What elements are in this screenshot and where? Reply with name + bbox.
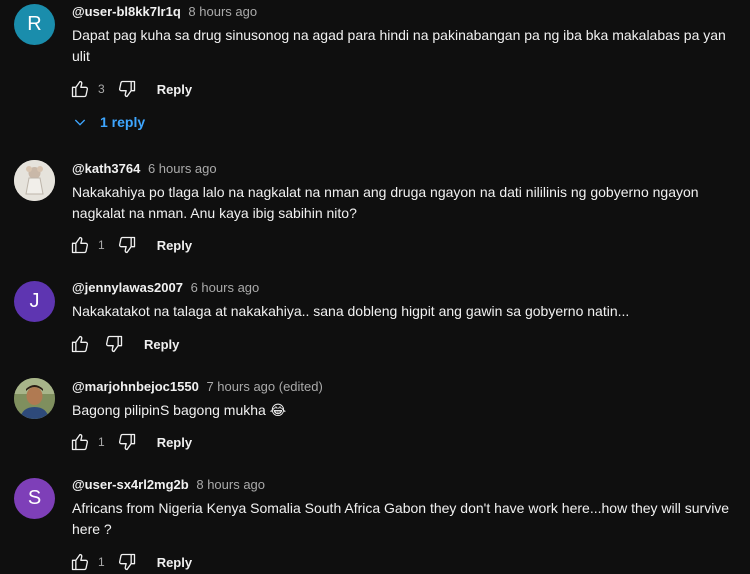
comment-text: Nakakahiya po tlaga lalo na nagkalat na … (72, 184, 699, 221)
reply-button[interactable]: Reply (144, 337, 179, 352)
avatar[interactable]: S (14, 478, 55, 519)
dislike-icon[interactable] (115, 550, 139, 574)
like-icon[interactable] (68, 77, 92, 101)
like-icon[interactable] (68, 550, 92, 574)
reply-button[interactable]: Reply (157, 82, 192, 97)
comment-header: @user-bl8kk7lr1q 8 hours ago (72, 4, 257, 19)
avatar-image (14, 378, 55, 419)
timestamp[interactable]: 6 hours ago (191, 280, 260, 295)
comment-actions: 3 Reply (68, 77, 192, 101)
dislike-icon[interactable] (115, 233, 139, 257)
like-count: 1 (98, 435, 105, 449)
comment-header: @user-sx4rl2mg2b 8 hours ago (72, 477, 265, 492)
like-count: 3 (98, 82, 105, 96)
reply-button[interactable]: Reply (157, 435, 192, 450)
dislike-icon[interactable] (115, 430, 139, 454)
like-count: 1 (98, 555, 105, 569)
comment-actions: 1 Reply (68, 430, 192, 454)
timestamp[interactable]: 8 hours ago (188, 4, 257, 19)
like-icon[interactable] (68, 332, 92, 356)
author-name[interactable]: @kath3764 (72, 161, 140, 176)
like-icon[interactable] (68, 430, 92, 454)
author-name[interactable]: @jennylawas2007 (72, 280, 183, 295)
avatar[interactable] (14, 378, 55, 419)
timestamp[interactable]: 7 hours ago (edited) (206, 379, 322, 394)
chevron-down-icon (74, 119, 86, 126)
comment-text: Dapat pag kuha sa drug sinusonog na agad… (72, 27, 726, 64)
view-replies-button[interactable]: 1 reply (72, 114, 145, 130)
author-name[interactable]: @marjohnbejoc1550 (72, 379, 199, 394)
replies-count-label: 1 reply (100, 114, 146, 130)
avatar[interactable]: J (14, 281, 55, 322)
comment-actions: 1 Reply (68, 233, 192, 257)
like-icon[interactable] (68, 233, 92, 257)
comment-text: Nakakatakot na talaga at nakakahiya.. sa… (72, 303, 630, 319)
timestamp[interactable]: 8 hours ago (196, 477, 265, 492)
comment-text: Bagong pilipinS bagong mukha 😂 (72, 402, 287, 418)
comment-header: @kath3764 6 hours ago (72, 161, 217, 176)
author-name[interactable]: @user-bl8kk7lr1q (72, 4, 181, 19)
comment-actions: Reply (68, 332, 179, 356)
comment-text: Africans from Nigeria Kenya Somalia Sout… (72, 500, 730, 537)
reply-button[interactable]: Reply (157, 555, 192, 570)
dislike-icon[interactable] (115, 77, 139, 101)
like-count: 1 (98, 238, 105, 252)
comment-actions: 1 Reply (68, 550, 192, 574)
reply-button[interactable]: Reply (157, 238, 192, 253)
author-name[interactable]: @user-sx4rl2mg2b (72, 477, 189, 492)
avatar[interactable] (14, 160, 55, 201)
comment-header: @marjohnbejoc1550 7 hours ago (edited) (72, 379, 323, 394)
timestamp[interactable]: 6 hours ago (148, 161, 217, 176)
avatar[interactable]: R (14, 4, 55, 45)
comment-header: @jennylawas2007 6 hours ago (72, 280, 259, 295)
avatar-image (14, 160, 55, 201)
dislike-icon[interactable] (102, 332, 126, 356)
